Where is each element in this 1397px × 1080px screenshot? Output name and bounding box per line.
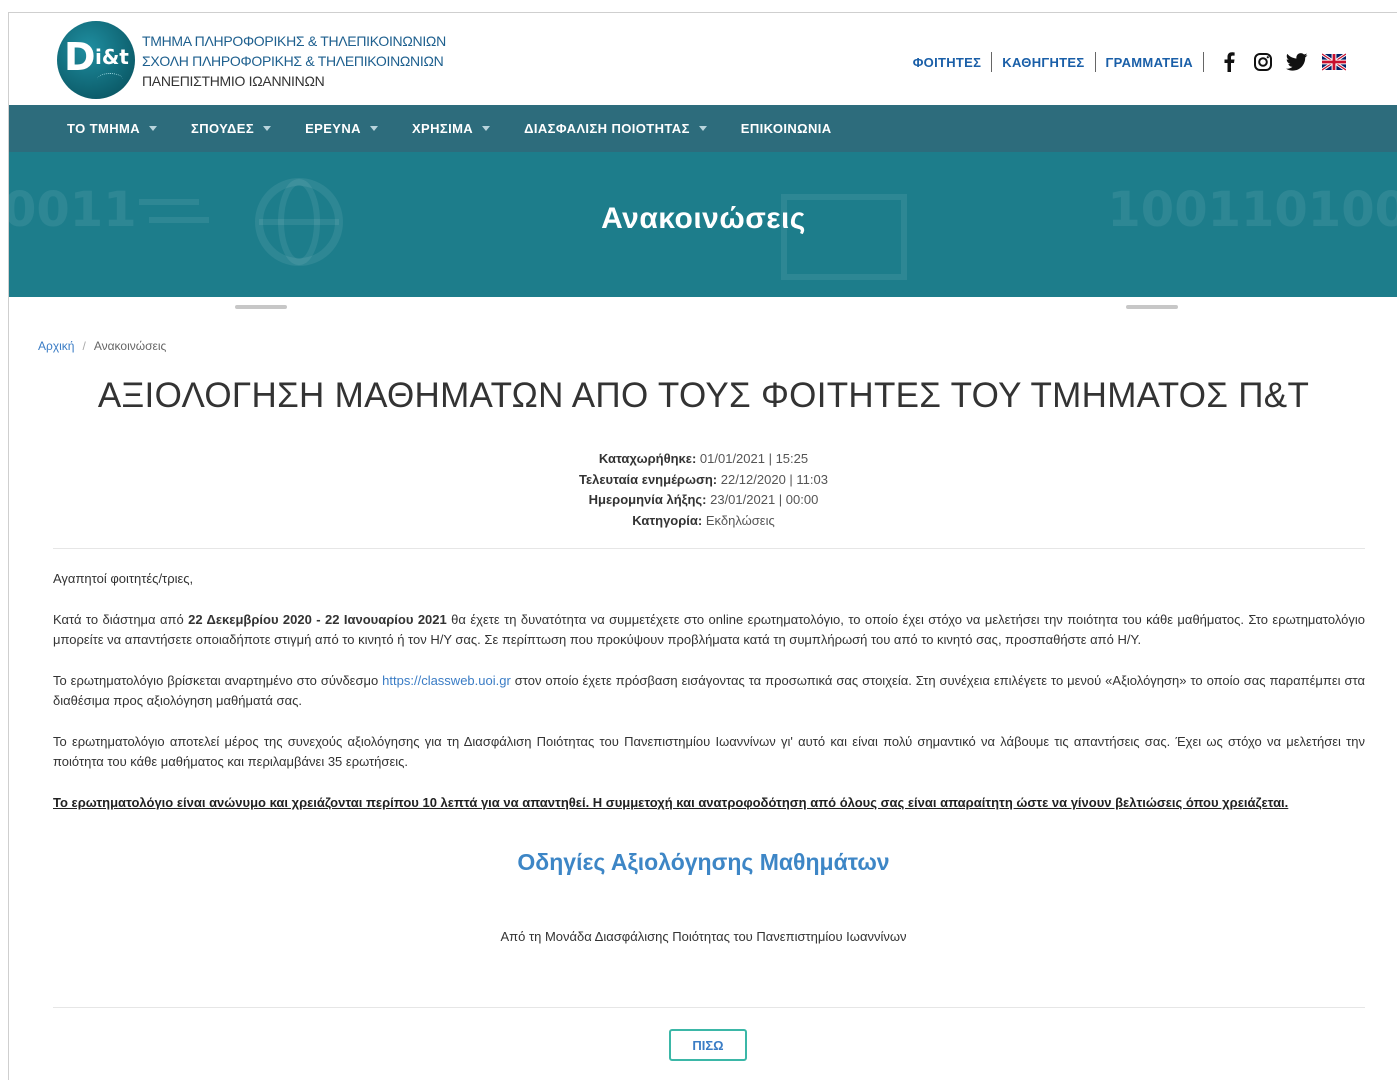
divider [53,1007,1365,1008]
paragraph-2: Το ερωτηματολόγιο βρίσκεται αναρτημένο σ… [53,671,1365,712]
meta-value: 22/12/2020 | 11:03 [717,471,828,487]
logo-suffix: i&t [95,45,129,69]
back-button[interactable]: ΠΙΣΩ [669,1029,747,1061]
nav-item-research[interactable]: ΕΡΕΥΝΑ [305,121,378,136]
meta-label: Τελευταία ενημέρωση: [579,471,718,487]
evaluation-guide-link[interactable]: Οδηγίες Αξιολόγησης Μαθημάτων [9,849,1397,876]
meta-label: Ημερομηνία λήξης: [588,492,707,507]
breadcrumb-home-link[interactable]: Αρχική [38,339,74,353]
breadcrumb: Αρχική / Ανακοινώσεις [38,339,166,353]
text: Το ερωτηματολόγιο βρίσκεται αναρτημένο σ… [53,672,383,688]
logo[interactable]: D i&t [57,21,135,99]
classweb-link[interactable]: https://classweb.uoi.gr [382,673,511,688]
uk-flag-icon[interactable] [1321,52,1347,72]
chevron-down-icon [369,126,378,131]
page-title: Ανακοινώσεις [601,202,806,235]
meta-value: 23/01/2021 | 00:00 [706,492,819,507]
article-meta: Καταχωρήθηκε: 01/01/2021 | 15:25 Τελευτα… [9,449,1397,531]
meta-updated: Τελευταία ενημέρωση: 22/12/2020 | 11:03 [9,470,1397,491]
university-name: ΠΑΝΕΠΙΣΤΗΜΙΟ ΙΩΑΝΝΙΝΩΝ [142,73,325,89]
chevron-down-icon [698,126,707,131]
top-link-faculty[interactable]: ΚΑΘΗΓΗΤΕΣ [992,55,1094,70]
facebook-icon[interactable] [1217,51,1241,73]
paragraph-3: Το ερωτηματολόγιο αποτελεί μέρος της συν… [53,733,1365,770]
signature: Από τη Μονάδα Διασφάλισης Ποιότητας του … [500,929,907,944]
nav-item-useful[interactable]: ΧΡΗΣΙΜΑ [411,121,491,136]
meta-label: Καταχωρήθηκε: [598,451,697,466]
twitter-icon[interactable] [1285,51,1309,73]
chevron-down-icon [149,126,158,131]
social-links [1212,51,1347,73]
nav-item-department[interactable]: ΤΟ ΤΜΗΜΑ [67,121,158,136]
greeting: Αγαπητοί φοιτητές/τριες, [53,571,194,586]
top-links: ΦΟΙΤΗΤΕΣ ΚΑΘΗΓΗΤΕΣ ΓΡΑΜΜΑΤΕΙΑ [903,51,1347,73]
nav-item-label: ΧΡΗΣΙΜΑ [411,121,474,136]
divider [53,548,1365,549]
meta-label: Κατηγορία: [632,512,703,528]
article-title: ΑΞΙΟΛΟΓΗΣΗ ΜΑΘΗΜΑΤΩΝ ΑΠΟ ΤΟΥΣ ΦΟΙΤΗΤΕΣ Τ… [97,376,1310,415]
nav-item-label: ΕΡΕΥΝΑ [305,121,361,136]
top-link-secretariat[interactable]: ΓΡΑΜΜΑΤΕΙΑ [1096,55,1204,70]
school-name: ΣΧΟΛΗ ΠΛΗΡΟΦΟΡΙΚΗΣ & ΤΗΛΕΠΙΚΟΙΝΩΝΙΩΝ [142,53,444,69]
scroll-indicator [1126,305,1178,309]
nav-item-label: ΔΙΑΣΦΑΛΙΣΗ ΠΟΙΟΤΗΤΑΣ [524,121,690,136]
nav-item-contact[interactable]: ΕΠΙΚΟΙΝΩΝΙΑ [741,121,832,136]
divider [1203,52,1204,72]
department-name: ΤΜΗΜΑ ΠΛΗΡΟΦΟΡΙΚΗΣ & ΤΗΛΕΠΙΚΟΙΝΩΝΙΩΝ [142,33,446,49]
banner-wave-edge [9,290,1397,294]
date-range: 22 Δεκεμβρίου 2020 - 22 Ιανουαρίου 2021 [188,611,447,627]
meta-expires: Ημερομηνία λήξης: 23/01/2021 | 00:00 [9,490,1397,511]
nav-item-label: ΕΠΙΚΟΙΝΩΝΙΑ [740,121,832,136]
breadcrumb-current: Ανακοινώσεις [93,339,167,353]
paragraph-1: Κατά το διάστημα από 22 Δεκεμβρίου 2020 … [53,610,1365,651]
nav-item-studies[interactable]: ΣΠΟΥΔΕΣ [191,121,272,136]
page-frame: D i&t ΤΜΗΜΑ ΠΛΗΡΟΦΟΡΙΚΗΣ & ΤΗΛΕΠΙΚΟΙΝΩΝΙ… [8,12,1397,1080]
meta-value: 01/01/2021 | 15:25 [696,451,809,466]
nav-item-label: ΤΟ ΤΜΗΜΑ [67,121,141,136]
meta-value: Εκδηλώσεις [702,512,775,528]
instagram-icon[interactable] [1251,51,1275,73]
nav-item-quality-assurance[interactable]: ΔΙΑΣΦΑΛΙΣΗ ΠΟΙΟΤΗΤΑΣ [524,121,707,136]
chevron-down-icon [263,126,272,131]
nav-item-label: ΣΠΟΥΔΕΣ [191,121,255,136]
main-nav: ΤΟ ΤΜΗΜΑ ΣΠΟΥΔΕΣ ΕΡΕΥΝΑ ΧΡΗΣΙΜΑ ΔΙΑΣΦΑΛΙ… [9,105,1397,152]
meta-category: Κατηγορία: Εκδηλώσεις [9,511,1397,532]
page-banner: 0011 100110100 Ανακοινώσεις [9,152,1397,297]
logo-letter: D [64,35,96,79]
paragraph-4-notice: Το ερωτηματολόγιο είναι ανώνυμο και χρει… [53,794,1289,810]
site-header: D i&t ΤΜΗΜΑ ΠΛΗΡΟΦΟΡΙΚΗΣ & ΤΗΛΕΠΙΚΟΙΝΩΝΙ… [9,13,1397,105]
top-link-students[interactable]: ΦΟΙΤΗΤΕΣ [903,55,992,70]
scroll-indicator [235,305,287,309]
text: Κατά το διάστημα από [53,611,189,627]
chevron-down-icon [482,126,491,131]
institution-name[interactable]: ΤΜΗΜΑ ΠΛΗΡΟΦΟΡΙΚΗΣ & ΤΗΛΕΠΙΚΟΙΝΩΝΙΩΝ ΣΧΟ… [142,31,446,91]
meta-posted: Καταχωρήθηκε: 01/01/2021 | 15:25 [9,449,1397,470]
breadcrumb-separator: / [82,339,86,353]
logo-circuit-decoration [97,73,123,86]
article-body: Αγαπητοί φοιτητές/τριες, Κατά το διάστημ… [53,569,1365,833]
